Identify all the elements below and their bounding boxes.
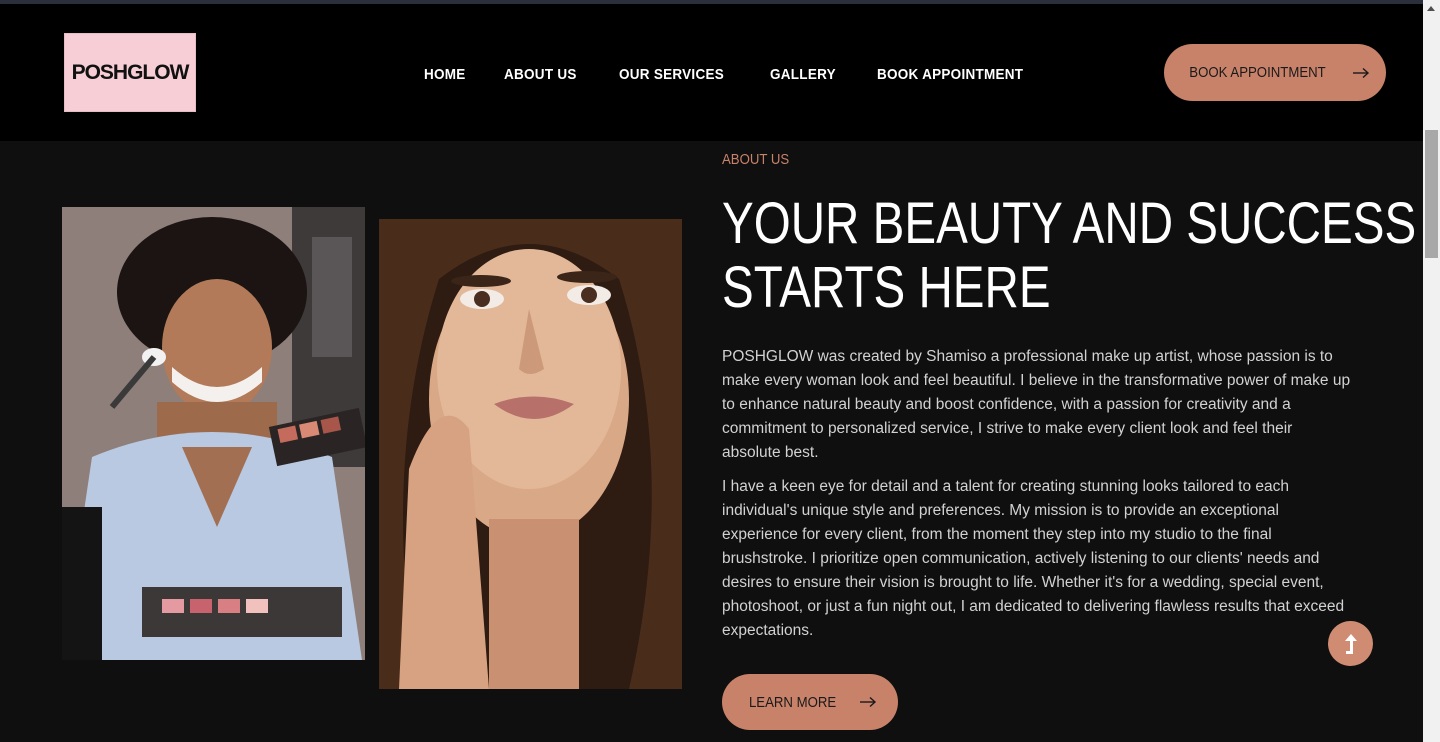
page: POSHGLOW HOME ABOUT US OUR SERVICES GALL… bbox=[0, 0, 1440, 742]
about-paragraph-1: POSHGLOW was created by Shamiso a profes… bbox=[722, 348, 1351, 461]
headline-line-2: STARTS HERE bbox=[722, 255, 1051, 320]
book-appointment-label: BOOK APPOINTMENT bbox=[1189, 64, 1327, 81]
learn-more-button[interactable]: LEARN MORE bbox=[722, 674, 898, 730]
makeup-artist-illustration bbox=[62, 207, 365, 660]
nav-item-gallery[interactable]: GALLERY bbox=[770, 66, 836, 83]
main-nav: HOME ABOUT US OUR SERVICES GALLERY BOOK … bbox=[424, 64, 1029, 84]
nav-item-our-services[interactable]: OUR SERVICES bbox=[619, 66, 724, 83]
scroll-to-top-button[interactable] bbox=[1328, 621, 1373, 666]
model-portrait-photo bbox=[379, 219, 682, 689]
arrow-right-icon bbox=[1352, 67, 1369, 78]
makeup-artist-photo bbox=[62, 207, 365, 660]
nav-item-home[interactable]: HOME bbox=[424, 66, 466, 83]
book-appointment-button[interactable]: BOOK APPOINTMENT bbox=[1164, 44, 1386, 101]
nav-item-about-us[interactable]: ABOUT US bbox=[504, 66, 577, 83]
about-paragraph-2: I have a keen eye for detail and a talen… bbox=[722, 478, 1345, 639]
site-header: POSHGLOW HOME ABOUT US OUR SERVICES GALL… bbox=[0, 4, 1423, 141]
nav-item-book-appointment[interactable]: BOOK APPOINTMENT bbox=[877, 66, 1023, 83]
arrow-right-icon bbox=[859, 696, 876, 708]
model-portrait-illustration bbox=[379, 219, 682, 689]
learn-more-label: LEARN MORE bbox=[749, 693, 837, 711]
brand-logo[interactable]: POSHGLOW bbox=[64, 33, 196, 112]
headline-line-1: YOUR BEAUTY AND SUCCESS bbox=[722, 191, 1417, 256]
arrow-up-icon bbox=[1344, 633, 1357, 654]
scroll-up-arrow-icon[interactable] bbox=[1427, 6, 1435, 11]
vertical-scrollbar[interactable] bbox=[1423, 0, 1440, 742]
page-title: YOUR BEAUTY AND SUCCESS STARTS HERE bbox=[722, 191, 1417, 320]
brand-logo-text: POSHGLOW bbox=[71, 60, 190, 84]
section-eyebrow: ABOUT US bbox=[722, 151, 790, 168]
scrollbar-thumb[interactable] bbox=[1425, 130, 1438, 258]
